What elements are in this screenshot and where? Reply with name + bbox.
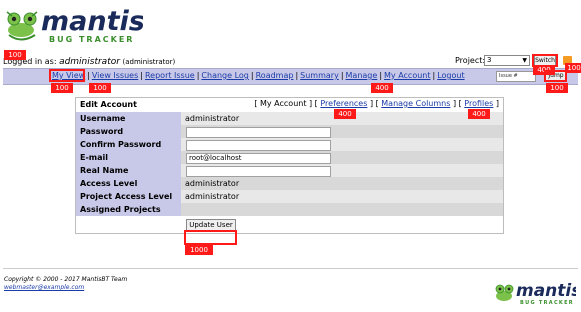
footer-brand-sub: BUG TRACKER — [520, 300, 574, 306]
annotation-rss: 100 — [565, 63, 581, 73]
footer-divider — [3, 268, 578, 269]
nav-manage[interactable]: Manage — [346, 71, 378, 80]
username-label: administrator — [59, 57, 120, 67]
value-assigned-projects — [181, 203, 503, 216]
row-email: E-mail root@localhost — [76, 151, 503, 164]
email-input[interactable]: root@localhost — [186, 153, 331, 164]
nav-summary[interactable]: Summary — [300, 71, 339, 80]
issue-number-input[interactable]: Issue # — [496, 71, 536, 82]
row-assigned-projects: Assigned Projects — [76, 203, 503, 216]
row-real-name: Real Name — [76, 164, 503, 177]
mantis-logo[interactable]: mantis BUG TRACKER — [3, 2, 143, 47]
role-label: (administrator) — [122, 58, 176, 66]
form-actions: Update User — [76, 216, 503, 233]
nav-view-issues[interactable]: View Issues — [92, 71, 138, 80]
nav-links: My View | View Issues | Report Issue | Change … — [52, 71, 465, 80]
nav-logout[interactable]: Logout — [437, 71, 464, 80]
project-select[interactable]: 3 ▼ — [484, 55, 530, 66]
footer-brand-name: mantis — [516, 281, 576, 301]
link-my-account: My Account — [259, 99, 307, 108]
row-username: Username administrator — [76, 112, 503, 125]
annotation-update: 1000 — [185, 245, 213, 255]
annotation-preferences: 400 — [334, 109, 356, 119]
form-title: Edit Account — [80, 100, 137, 109]
nav-my-account[interactable]: My Account — [384, 71, 430, 80]
value-access-level: administrator — [181, 177, 503, 190]
account-links: [ My Account ] [ Preferences ] [ Manage … — [254, 99, 499, 108]
nav-change-log[interactable]: Change Log — [201, 71, 248, 80]
logged-in-status: Logged in as: administrator (administrat… — [3, 57, 175, 67]
label-email: E-mail — [76, 151, 181, 164]
row-password: Password — [76, 125, 503, 138]
label-assigned-projects: Assigned Projects — [76, 203, 181, 216]
annotation-outline-jump — [544, 70, 567, 82]
annotation-profiles: 400 — [468, 109, 490, 119]
form-title-row: Edit Account [ My Account ] [ Preference… — [76, 98, 503, 112]
link-profiles[interactable]: Profiles — [464, 99, 493, 108]
row-project-access-level: Project Access Level administrator — [76, 190, 503, 203]
annotation-jump: 100 — [546, 83, 568, 93]
confirm-password-input[interactable] — [186, 140, 331, 151]
edit-account-form: Edit Account [ My Account ] [ Preference… — [75, 97, 504, 234]
brand-sub: BUG TRACKER — [49, 35, 134, 44]
value-project-access-level: administrator — [181, 190, 503, 203]
chevron-down-icon: ▼ — [522, 57, 527, 64]
nav-report-issue[interactable]: Report Issue — [145, 71, 195, 80]
copyright: Copyright © 2000 - 2017 MantisBT Team — [4, 276, 128, 283]
label-real-name: Real Name — [76, 164, 181, 177]
annotation-view-issues: 100 — [89, 83, 111, 93]
link-manage-columns[interactable]: Manage Columns — [381, 99, 450, 108]
mantis-mascot-icon — [6, 11, 38, 41]
annotation-outline-my-view — [49, 69, 85, 82]
nav-roadmap[interactable]: Roadmap — [256, 71, 294, 80]
webmaster-email-link[interactable]: webmaster@example.com — [4, 284, 84, 291]
row-access-level: Access Level administrator — [76, 177, 503, 190]
label-access-level: Access Level — [76, 177, 181, 190]
annotation-logo: 100 — [4, 50, 26, 60]
password-input[interactable] — [186, 127, 331, 138]
label-project-access-level: Project Access Level — [76, 190, 181, 203]
row-confirm-password: Confirm Password — [76, 138, 503, 151]
brand-name: mantis — [41, 6, 143, 37]
annotation-my-account: 400 — [371, 83, 393, 93]
label-username: Username — [76, 112, 181, 125]
link-preferences[interactable]: Preferences — [320, 99, 367, 108]
label-password: Password — [76, 125, 181, 138]
footer-logo[interactable]: mantis BUG TRACKER — [494, 278, 576, 308]
annotation-my-view: 100 — [51, 83, 73, 93]
real-name-input[interactable] — [186, 166, 331, 177]
project-label: Project: — [455, 56, 486, 65]
annotation-outline-update — [184, 230, 237, 245]
label-confirm-password: Confirm Password — [76, 138, 181, 151]
mantis-mascot-icon — [495, 284, 514, 301]
project-select-value: 3 — [487, 56, 492, 64]
